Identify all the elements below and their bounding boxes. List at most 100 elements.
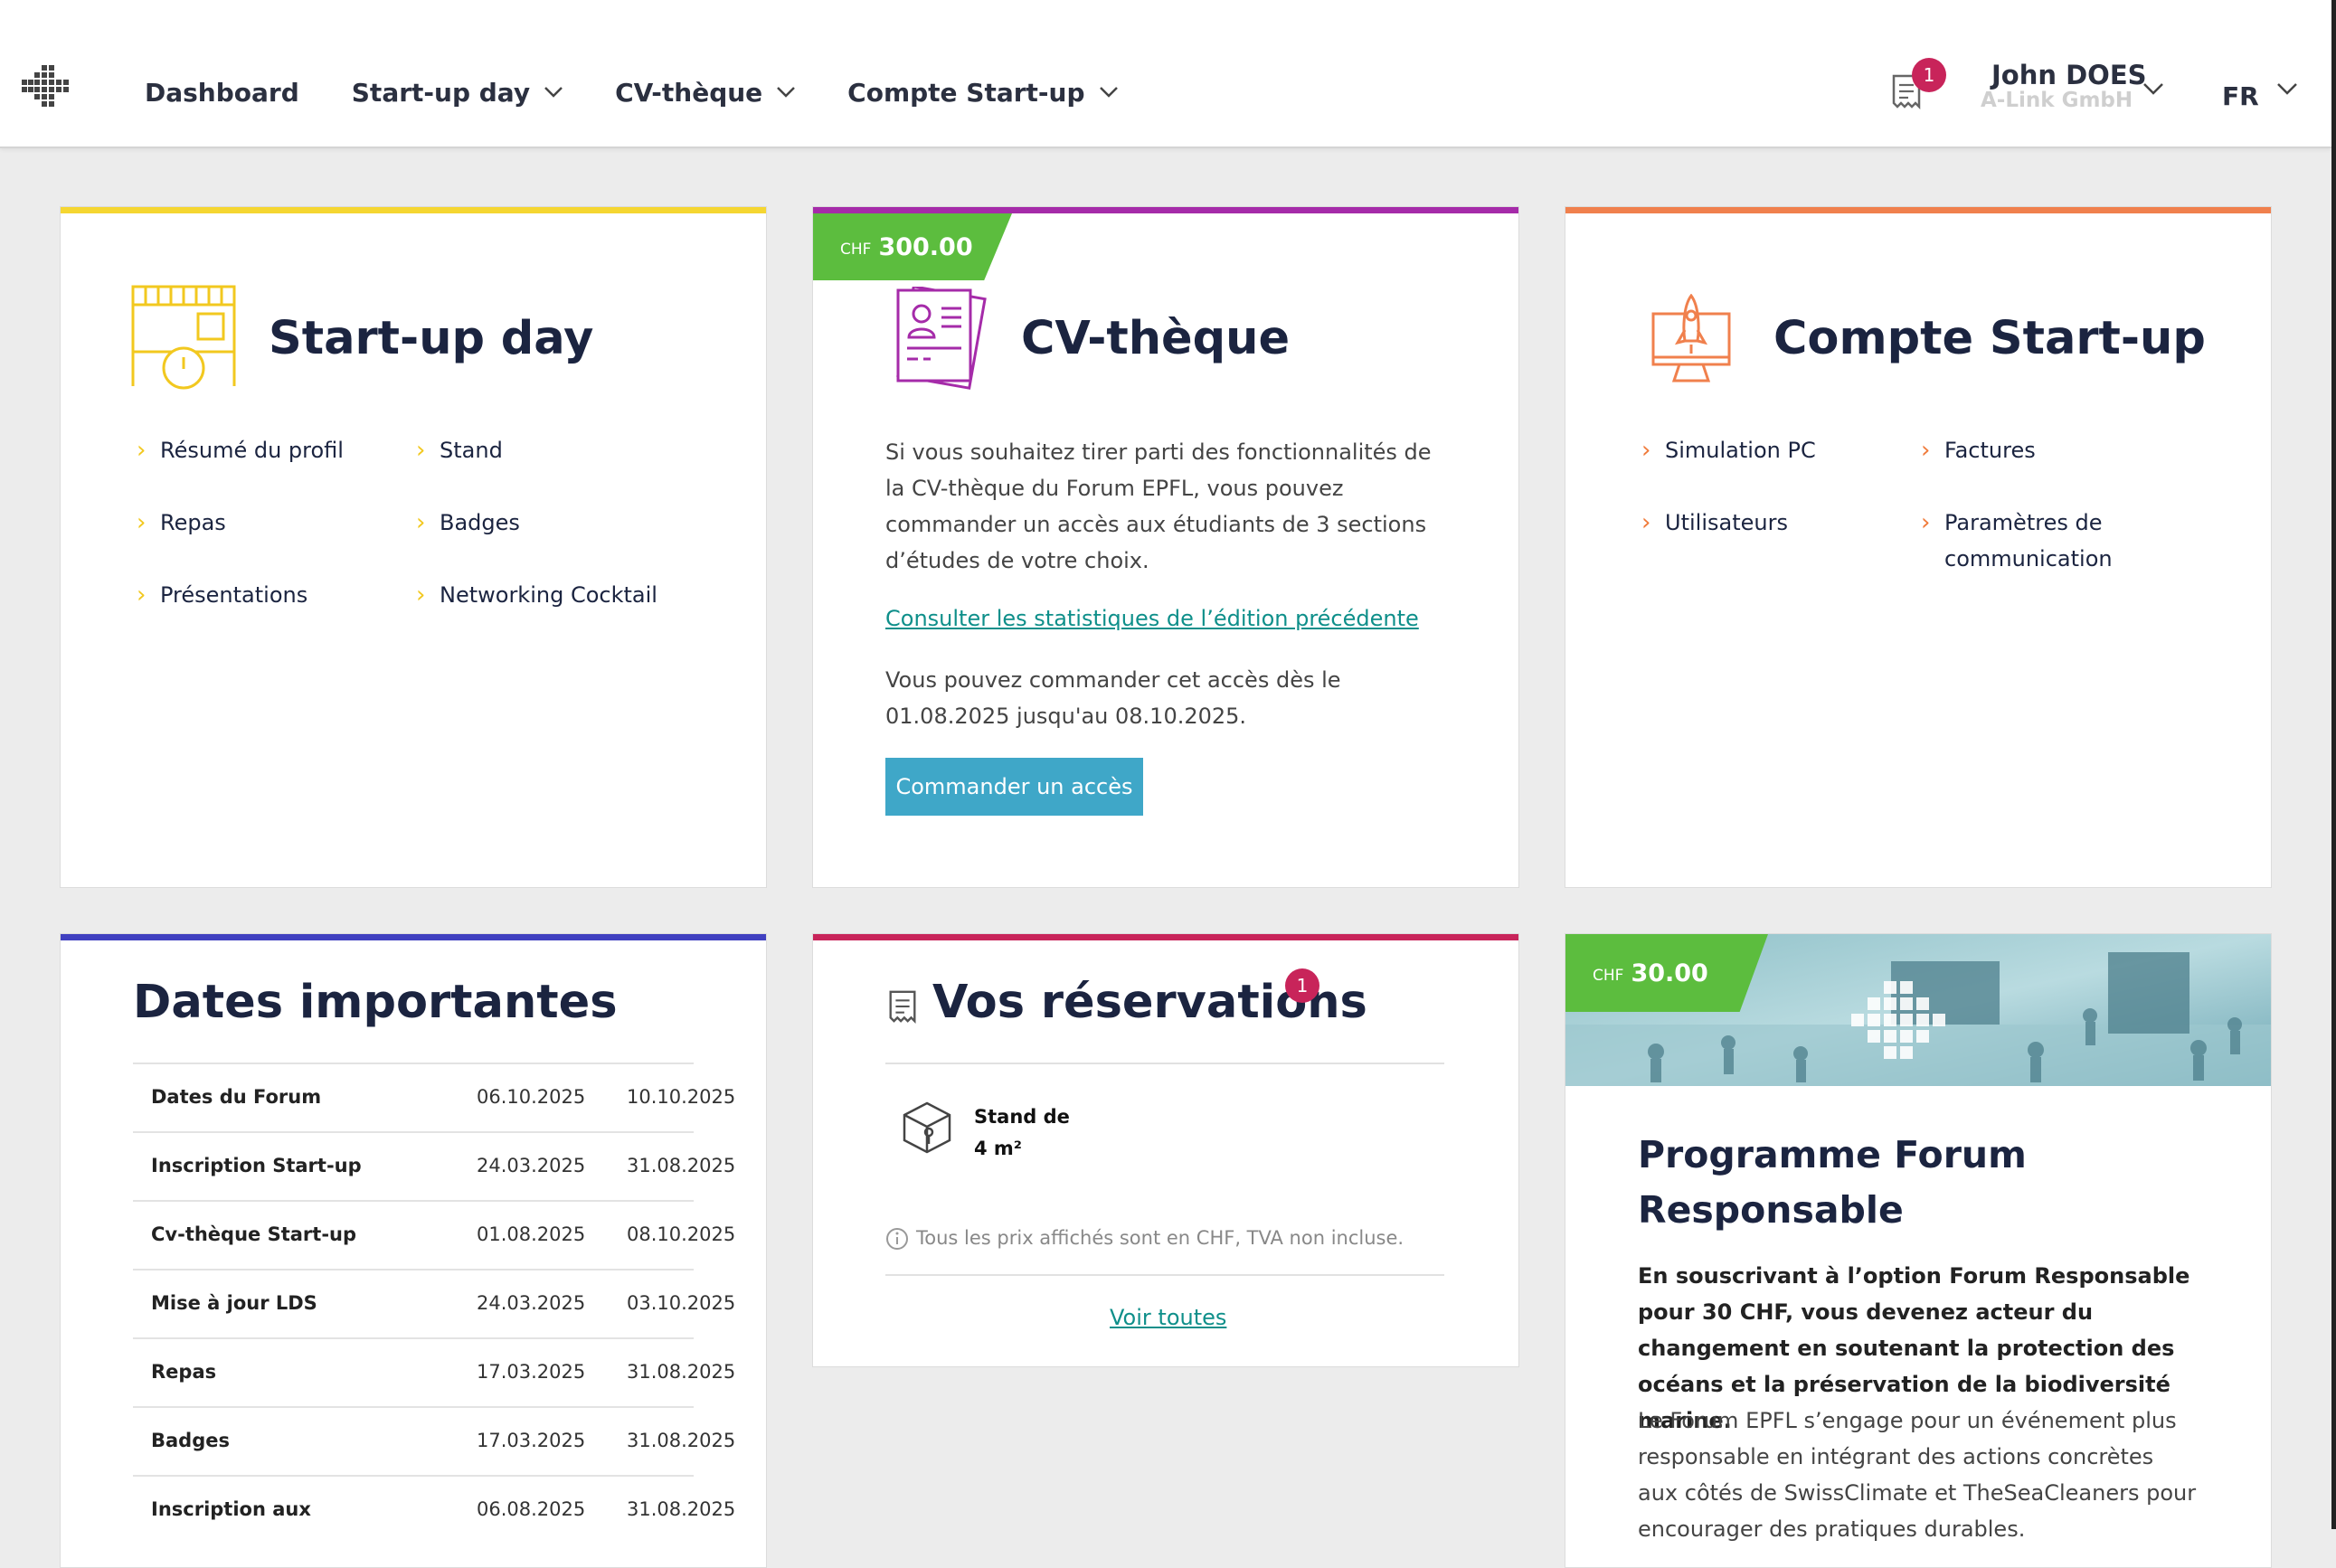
link-repas[interactable]: › Repas: [137, 505, 226, 541]
link-stand[interactable]: › Stand: [416, 432, 503, 468]
language-selector[interactable]: FR: [2222, 81, 2259, 111]
user-name[interactable]: John DOES: [1991, 60, 2147, 90]
link-label: Simulation PC: [1665, 438, 1816, 463]
date-start: 17.03.2025: [477, 1361, 586, 1383]
chevron-right-icon: ›: [1641, 509, 1651, 536]
date-end: 31.08.2025: [627, 1155, 736, 1176]
startup-day-card: Start-up day › Résumé du profil › Stand › R…: [60, 206, 767, 888]
card-title: CV-thèque: [1021, 312, 1291, 365]
link-label: Networking Cocktail: [440, 582, 657, 608]
order-access-button[interactable]: Commander un accès: [885, 758, 1143, 816]
date-end: 31.08.2025: [627, 1498, 736, 1520]
chevron-right-icon: ›: [416, 509, 426, 536]
price-tag: CHF 300.00: [813, 213, 1012, 280]
card-title: Programme Forum Responsable: [1638, 1133, 2027, 1232]
cart-button[interactable]: 1: [1888, 58, 1946, 116]
forum-responsable-card: CHF 30.00 Programme Forum Responsable En…: [1565, 933, 2272, 1568]
link-simulation-pc[interactable]: › Simulation PC: [1641, 432, 1816, 468]
date-end: 10.10.2025: [627, 1086, 736, 1108]
card-accent: [813, 207, 1518, 213]
cart-count-badge: 1: [1912, 58, 1946, 92]
table-row: Inscription aux 06.08.2025 31.08.2025: [133, 1475, 735, 1545]
cv-theque-description: Si vous souhaitez tirer parti des foncti…: [885, 439, 1432, 573]
link-label: Paramètres de communication: [1944, 510, 2113, 571]
chevron-right-icon: ›: [1921, 509, 1931, 536]
date-label: Repas: [151, 1361, 217, 1383]
chevron-down-icon[interactable]: [2277, 83, 2297, 95]
compte-startup-card: Compte Start-up › Simulation PC › Factures…: [1565, 206, 2272, 888]
chevron-right-icon: ›: [416, 581, 426, 609]
forum-responsable-text: Le Forum EPFL s’engage pour un événement…: [1638, 1408, 2197, 1542]
price-amount: 300.00: [878, 232, 973, 261]
link-label: Présentations: [160, 582, 308, 608]
link-resume-profil[interactable]: › Résumé du profil: [137, 432, 344, 468]
card-accent: [61, 934, 766, 940]
chevron-down-icon: [1099, 87, 1118, 98]
nav-label: Compte Start-up: [847, 77, 1085, 108]
divider: [885, 1063, 1444, 1064]
chevron-right-icon: ›: [416, 437, 426, 464]
date-end: 31.08.2025: [627, 1430, 736, 1451]
nav-dashboard[interactable]: Dashboard: [145, 71, 299, 114]
important-dates-card: Dates importantes Dates du Forum 06.10.2…: [60, 933, 767, 1568]
table-row: Repas 17.03.2025 31.08.2025: [133, 1337, 735, 1408]
info-icon: [886, 1228, 908, 1250]
date-label: Badges: [151, 1430, 230, 1451]
link-label: Repas: [160, 510, 226, 535]
chevron-right-icon: ›: [137, 509, 147, 536]
reservation-item-line2: 4 m²: [974, 1138, 1023, 1159]
cv-document-icon: [896, 287, 987, 390]
table-row: Cv-thèque Start-up 01.08.2025 08.10.2025: [133, 1200, 735, 1270]
chevron-right-icon: ›: [1641, 437, 1651, 464]
nav-cv-theque[interactable]: CV-thèque: [615, 71, 796, 114]
chevron-down-icon[interactable]: [2143, 83, 2163, 95]
chevron-down-icon: [544, 87, 563, 98]
link-presentations[interactable]: › Présentations: [137, 577, 308, 613]
link-networking-cocktail[interactable]: › Networking Cocktail: [416, 577, 657, 613]
link-badges[interactable]: › Badges: [416, 505, 520, 541]
date-label: Mise à jour LDS: [151, 1292, 317, 1314]
link-utilisateurs[interactable]: › Utilisateurs: [1641, 505, 1788, 541]
date-start: 24.03.2025: [477, 1155, 586, 1176]
table-row: Dates du Forum 06.10.2025 10.10.2025: [133, 1063, 735, 1133]
chevron-right-icon: ›: [137, 437, 147, 464]
availability-text: Vous pouvez commander cet accès dès le 0…: [885, 667, 1341, 729]
price-amount: 30.00: [1631, 959, 1708, 987]
main-nav: Dashboard Start-up day CV-thèque Compte …: [145, 71, 1170, 114]
card-title: Compte Start-up: [1773, 312, 2206, 365]
table-row: Badges 17.03.2025 31.08.2025: [133, 1406, 735, 1477]
reservation-item-line1: Stand de: [974, 1106, 1070, 1128]
forum-logo-icon[interactable]: [22, 65, 72, 114]
user-company: A-Link GmbH: [1981, 89, 2133, 112]
link-label: Factures: [1944, 438, 2036, 463]
link-factures[interactable]: › Factures: [1921, 432, 2036, 468]
date-label: Dates du Forum: [151, 1086, 322, 1108]
nav-compte-startup[interactable]: Compte Start-up: [847, 71, 1118, 114]
date-label: Cv-thèque Start-up: [151, 1223, 357, 1245]
nav-label: CV-thèque: [615, 77, 763, 108]
date-label: Inscription aux: [151, 1498, 311, 1520]
date-start: 01.08.2025: [477, 1223, 586, 1245]
link-label: Stand: [440, 438, 503, 463]
chevron-down-icon: [777, 87, 796, 98]
price-tag: CHF 30.00: [1565, 934, 1768, 1012]
see-all-link[interactable]: Voir toutes: [1110, 1305, 1226, 1330]
statistics-link[interactable]: Consulter les statistiques de l’édition …: [885, 606, 1419, 631]
prices-note: Tous les prix affichés sont en CHF, TVA …: [916, 1227, 1404, 1249]
price-currency: CHF: [1593, 967, 1624, 985]
card-title: Dates importantes: [133, 976, 618, 1029]
card-accent: [61, 207, 766, 213]
nav-startup-day[interactable]: Start-up day: [352, 71, 563, 114]
link-parametres-communication[interactable]: › Paramètres de communication: [1921, 505, 2125, 577]
link-label: Badges: [440, 510, 520, 535]
reservations-card: Vos réservations 1 Stand de 4 m² Tous le…: [812, 933, 1519, 1367]
date-start: 24.03.2025: [477, 1292, 586, 1314]
link-label: Résumé du profil: [160, 438, 344, 463]
chevron-right-icon: ›: [1921, 437, 1931, 464]
receipt-icon: [889, 990, 916, 1025]
date-end: 08.10.2025: [627, 1223, 736, 1245]
date-end: 03.10.2025: [627, 1292, 736, 1314]
cv-theque-card: CHF 300.00 CV-thèque Si vous souhaitez t…: [812, 206, 1519, 888]
date-label: Inscription Start-up: [151, 1155, 362, 1176]
table-row: Mise à jour LDS 24.03.2025 03.10.2025: [133, 1269, 735, 1339]
